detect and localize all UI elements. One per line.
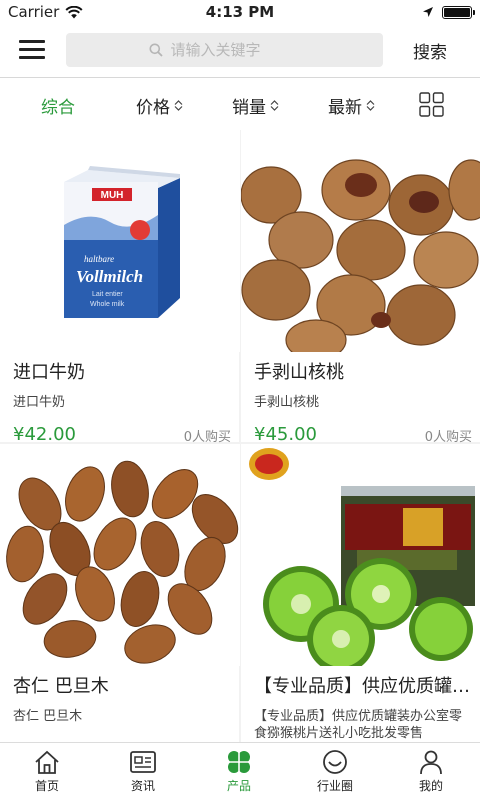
product-title: 手剥山核桃 bbox=[254, 362, 344, 383]
sort-label: 最新 bbox=[328, 98, 362, 118]
product-card[interactable]: 【专业品质】供应优质罐装办公室零食猕猴桃片送礼小吃批发零售 【专业品质】供应优质… bbox=[241, 444, 480, 742]
product-image bbox=[241, 130, 480, 352]
product-sold-count: 0人购买 bbox=[424, 430, 472, 445]
product-price: ¥42.00 bbox=[13, 424, 76, 445]
product-subtitle: 手剥山核桃 bbox=[254, 395, 320, 410]
product-subtitle: 杏仁 巴旦木 bbox=[13, 709, 83, 724]
search-button[interactable]: 搜索 bbox=[413, 38, 447, 63]
smile-circle-icon bbox=[323, 750, 347, 774]
product-subtitle: 【专业品质】供应优质罐装办公室零食猕猴桃片送礼小吃批发零售 bbox=[254, 709, 463, 741]
product-image bbox=[241, 444, 480, 666]
tab-label: 行业圈 bbox=[316, 779, 353, 793]
svg-text:Whole milk: Whole milk bbox=[90, 301, 125, 308]
tab-me[interactable]: 我的 bbox=[396, 749, 466, 794]
product-subtitle: 进口牛奶 bbox=[13, 395, 66, 410]
sort-label: 综合 bbox=[41, 98, 75, 118]
svg-text:MUH: MUH bbox=[101, 190, 124, 201]
product-title: 进口牛奶 bbox=[13, 362, 85, 383]
product-title: 【专业品质】供应优质罐装办公室零食猕猴桃片送礼小吃批发零售 bbox=[254, 676, 474, 697]
sort-bar: 综合 价格 销量 最新 bbox=[0, 78, 480, 130]
tab-products[interactable]: 产品 bbox=[204, 749, 274, 794]
tab-bar: 首页 资讯 产品 行业圈 我的 bbox=[0, 742, 480, 800]
tab-news[interactable]: 资讯 bbox=[108, 749, 178, 794]
svg-text:Lait entier: Lait entier bbox=[92, 291, 123, 298]
search-icon bbox=[149, 43, 163, 57]
sort-arrows-icon bbox=[366, 100, 375, 111]
status-time: 4:13 PM bbox=[205, 3, 275, 21]
sort-comprehensive[interactable]: 综合 bbox=[41, 93, 75, 118]
product-sold-count: 0人购买 bbox=[183, 430, 231, 445]
product-card[interactable]: 杏仁 巴旦木 杏仁 巴旦木 bbox=[0, 444, 240, 742]
search-box[interactable] bbox=[66, 33, 383, 67]
product-price: ¥45.00 bbox=[254, 424, 317, 445]
news-icon bbox=[130, 751, 156, 773]
sort-label: 价格 bbox=[136, 98, 170, 118]
product-card[interactable]: MUH haltbare Vollmilch Lait entier Whole… bbox=[0, 130, 240, 445]
product-grid: MUH haltbare Vollmilch Lait entier Whole… bbox=[0, 130, 480, 742]
sort-price[interactable]: 价格 bbox=[136, 93, 183, 118]
user-icon bbox=[420, 750, 442, 775]
svg-text:haltbare: haltbare bbox=[84, 254, 114, 264]
tab-industry[interactable]: 行业圈 bbox=[300, 749, 370, 794]
tab-label: 我的 bbox=[418, 779, 443, 793]
product-card[interactable]: 手剥山核桃 手剥山核桃 ¥45.00 0人购买 bbox=[241, 130, 480, 445]
grid-view-icon[interactable] bbox=[419, 92, 444, 117]
product-title: 杏仁 巴旦木 bbox=[13, 676, 109, 697]
product-image bbox=[0, 444, 240, 666]
tab-home[interactable]: 首页 bbox=[12, 749, 82, 794]
sort-label: 销量 bbox=[232, 98, 266, 118]
tab-label: 产品 bbox=[226, 779, 251, 793]
search-input[interactable] bbox=[170, 41, 301, 59]
tab-label: 首页 bbox=[34, 779, 59, 793]
menu-button[interactable] bbox=[19, 38, 47, 62]
sort-arrows-icon bbox=[174, 100, 183, 111]
battery-icon bbox=[442, 5, 475, 19]
product-image: MUH haltbare Vollmilch Lait entier Whole… bbox=[0, 130, 240, 352]
sort-newest[interactable]: 最新 bbox=[328, 93, 375, 118]
status-bar: Carrier 4:13 PM bbox=[0, 0, 480, 24]
clover-icon bbox=[228, 751, 250, 773]
sort-arrows-icon bbox=[270, 100, 279, 111]
home-icon bbox=[35, 750, 59, 774]
location-arrow-icon bbox=[423, 7, 433, 17]
svg-text:Vollmilch: Vollmilch bbox=[76, 267, 143, 286]
tab-label: 资讯 bbox=[130, 779, 155, 793]
top-navigation: 搜索 bbox=[0, 28, 480, 74]
sort-sales[interactable]: 销量 bbox=[232, 93, 279, 118]
